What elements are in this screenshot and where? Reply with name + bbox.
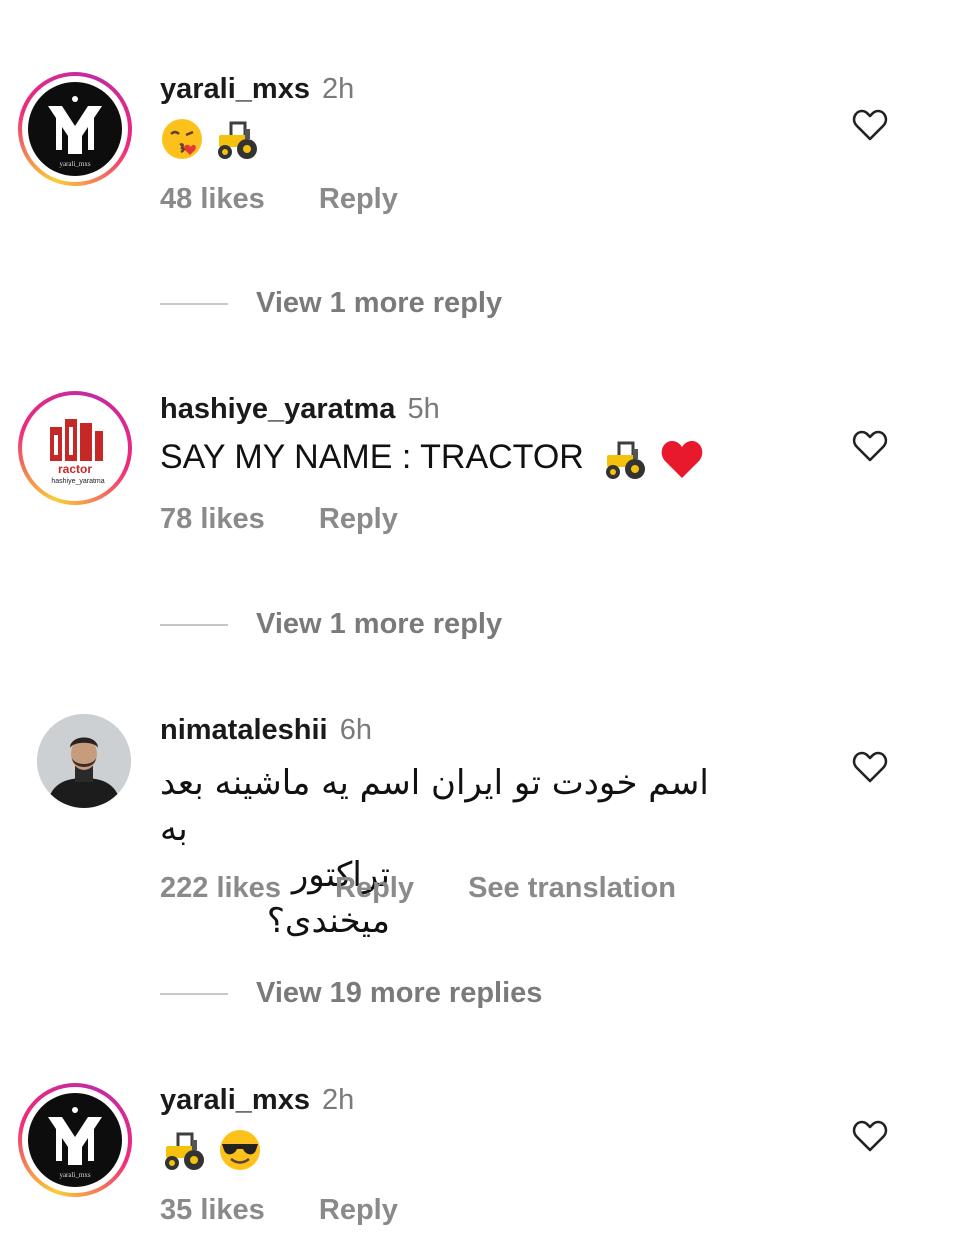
heart-icon[interactable] — [852, 1119, 888, 1153]
divider-line — [160, 993, 228, 995]
reply-button[interactable]: Reply — [319, 182, 398, 216]
likes-count[interactable]: 78 likes — [160, 502, 265, 536]
comment-text: اسم خودت تو ایران اسم یه ماشینه بعد به ت… — [160, 760, 740, 944]
comment-text-line-1: اسم خودت تو ایران اسم یه ماشینه بعد به — [160, 763, 709, 849]
view-more-label: View 1 more reply — [256, 287, 503, 319]
heart-icon[interactable] — [852, 108, 888, 142]
kissing-face-emoji — [162, 119, 202, 160]
likes-count[interactable]: 48 likes — [160, 182, 265, 216]
reply-button[interactable]: Reply — [319, 502, 398, 536]
tractor-emoji — [606, 441, 646, 480]
divider-line — [160, 624, 228, 626]
username[interactable]: yarali_mxs — [160, 1084, 310, 1116]
comment-text: SAY MY NAME : TRACTOR — [160, 436, 705, 481]
see-translation-button[interactable]: See translation — [468, 871, 676, 905]
comment-meta: 222 likes Reply See translation — [160, 871, 722, 905]
avatar-word: ractor — [58, 462, 92, 476]
reply-button[interactable]: Reply — [319, 1193, 398, 1227]
divider-line — [160, 303, 228, 305]
view-more-label: View 19 more replies — [256, 977, 543, 1009]
avatar[interactable]: yarali_mxs — [18, 1083, 132, 1197]
username[interactable]: yarali_mxs — [160, 73, 310, 105]
comment-text — [160, 116, 261, 161]
comment-meta: 78 likes Reply — [160, 502, 444, 536]
avatar-caption: hashiye_yaratma — [51, 478, 104, 485]
username[interactable]: hashiye_yaratma — [160, 393, 395, 425]
timestamp: 2h — [322, 1084, 355, 1116]
comment-header: yarali_mxs 2h — [160, 1083, 354, 1117]
comment-header: hashiye_yaratma 5h — [160, 392, 440, 426]
likes-count[interactable]: 222 likes — [160, 871, 281, 905]
avatar-caption: yarali_mxs — [59, 160, 90, 168]
comment-meta: 48 likes Reply — [160, 182, 444, 216]
username[interactable]: nimataleshii — [160, 714, 328, 746]
avatar-image: yarali_mxs — [28, 82, 122, 176]
timestamp: 2h — [322, 73, 355, 105]
heart-icon[interactable] — [852, 429, 888, 463]
comment-header: nimataleshii 6h — [160, 713, 372, 747]
comment-text-content: SAY MY NAME : TRACTOR — [160, 438, 584, 476]
comment-text — [160, 1127, 263, 1172]
tractor-emoji — [218, 121, 258, 160]
likes-count[interactable]: 35 likes — [160, 1193, 265, 1227]
avatar-image: ractor hashiye_yaratma — [28, 401, 122, 495]
heart-icon[interactable] — [852, 750, 888, 784]
avatar-image: yarali_mxs — [28, 1093, 122, 1187]
comment-header: yarali_mxs 2h — [160, 72, 354, 106]
view-more-label: View 1 more reply — [256, 608, 503, 640]
timestamp: 5h — [407, 393, 440, 425]
reply-button[interactable]: Reply — [335, 871, 414, 905]
comment-meta: 35 likes Reply — [160, 1193, 444, 1227]
avatar-image — [37, 714, 131, 808]
avatar-caption: yarali_mxs — [59, 1171, 90, 1179]
tractor-emoji — [165, 1132, 204, 1171]
sunglasses-face-emoji — [220, 1130, 261, 1171]
avatar[interactable]: ractor hashiye_yaratma — [18, 391, 132, 505]
avatar[interactable]: yarali_mxs — [18, 72, 132, 186]
avatar[interactable] — [37, 714, 131, 808]
red-heart-emoji — [661, 441, 703, 479]
timestamp: 6h — [339, 714, 372, 746]
